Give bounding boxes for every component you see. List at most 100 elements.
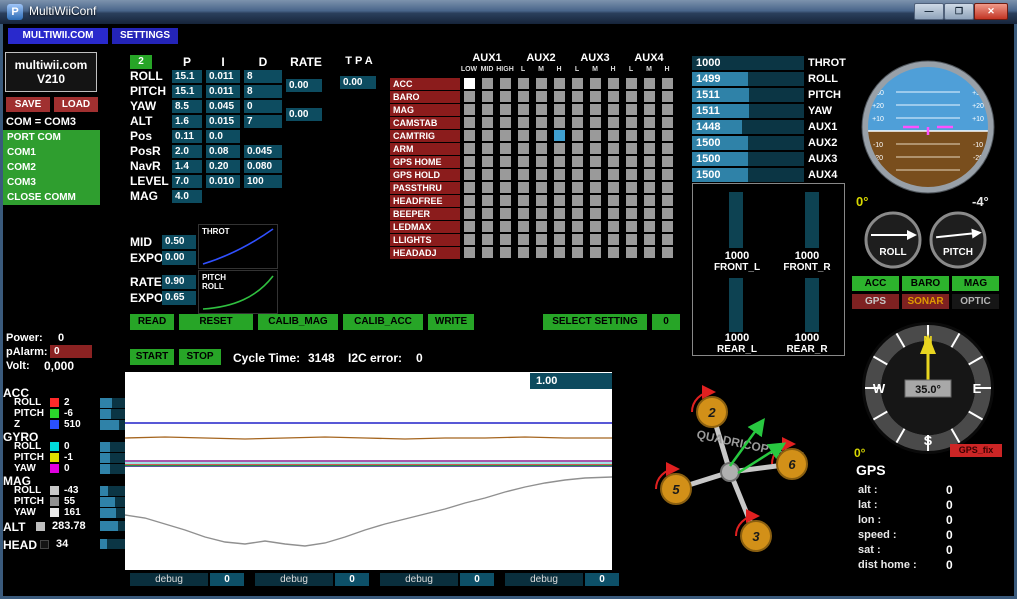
- pid-value[interactable]: 15.1: [172, 85, 202, 98]
- aux-checkbox[interactable]: [464, 156, 475, 167]
- status-gps[interactable]: GPS: [852, 294, 899, 309]
- aux-checkbox[interactable]: [500, 104, 511, 115]
- aux-checkbox[interactable]: [644, 104, 655, 115]
- aux-checkbox[interactable]: [500, 182, 511, 193]
- aux-checkbox[interactable]: [482, 91, 493, 102]
- aux-checkbox[interactable]: [536, 78, 547, 89]
- aux-checkbox[interactable]: [500, 130, 511, 141]
- pid-value[interactable]: 8: [244, 85, 282, 98]
- aux-checkbox[interactable]: [536, 247, 547, 258]
- aux-checkbox[interactable]: [626, 78, 637, 89]
- load-button[interactable]: LOAD: [54, 97, 98, 112]
- reset-button[interactable]: RESET: [179, 314, 253, 330]
- aux-checkbox[interactable]: [554, 221, 565, 232]
- aux-checkbox[interactable]: [626, 91, 637, 102]
- aux-checkbox[interactable]: [626, 143, 637, 154]
- pid-value[interactable]: 0.0: [206, 130, 240, 143]
- aux-checkbox[interactable]: [518, 117, 529, 128]
- aux-checkbox[interactable]: [554, 117, 565, 128]
- aux-checkbox[interactable]: [500, 91, 511, 102]
- aux-checkbox[interactable]: [626, 104, 637, 115]
- aux-checkbox[interactable]: [482, 247, 493, 258]
- aux-checkbox[interactable]: [572, 156, 583, 167]
- aux-checkbox[interactable]: [500, 156, 511, 167]
- aux-checkbox[interactable]: [482, 78, 493, 89]
- aux-checkbox[interactable]: [644, 130, 655, 141]
- aux-checkbox[interactable]: [644, 78, 655, 89]
- pid-value[interactable]: 0.045: [206, 100, 240, 113]
- read-button[interactable]: READ: [130, 314, 174, 330]
- status-optic[interactable]: OPTIC: [952, 294, 999, 309]
- pid-value[interactable]: 7: [244, 115, 282, 128]
- aux-checkbox[interactable]: [626, 221, 637, 232]
- aux-checkbox[interactable]: [608, 78, 619, 89]
- aux-checkbox[interactable]: [500, 221, 511, 232]
- aux-checkbox[interactable]: [608, 195, 619, 206]
- aux-checkbox[interactable]: [572, 208, 583, 219]
- close-button[interactable]: ✕: [974, 3, 1008, 20]
- aux-checkbox[interactable]: [590, 182, 601, 193]
- aux-checkbox[interactable]: [554, 182, 565, 193]
- aux-checkbox[interactable]: [608, 91, 619, 102]
- aux-checkbox[interactable]: [662, 91, 673, 102]
- aux-checkbox[interactable]: [464, 130, 475, 141]
- aux-checkbox[interactable]: [482, 221, 493, 232]
- pid-value[interactable]: 0.011: [206, 70, 240, 83]
- aux-checkbox[interactable]: [464, 78, 475, 89]
- aux-checkbox[interactable]: [626, 156, 637, 167]
- aux-checkbox[interactable]: [554, 156, 565, 167]
- aux-checkbox[interactable]: [572, 91, 583, 102]
- aux-checkbox[interactable]: [518, 221, 529, 232]
- aux-checkbox[interactable]: [590, 130, 601, 141]
- pid-value[interactable]: 0.045: [244, 145, 282, 158]
- aux-checkbox[interactable]: [572, 117, 583, 128]
- pid-value[interactable]: 0.010: [206, 175, 240, 188]
- aux-checkbox[interactable]: [464, 182, 475, 193]
- pid-value[interactable]: 0.20: [206, 160, 240, 173]
- aux-checkbox[interactable]: [572, 247, 583, 258]
- status-acc[interactable]: ACC: [852, 276, 899, 291]
- aux-checkbox[interactable]: [482, 130, 493, 141]
- aux-checkbox[interactable]: [554, 234, 565, 245]
- aux-checkbox[interactable]: [590, 234, 601, 245]
- status-mag[interactable]: MAG: [952, 276, 999, 291]
- aux-checkbox[interactable]: [572, 130, 583, 141]
- pid-value[interactable]: 1.6: [172, 115, 202, 128]
- aux-checkbox[interactable]: [464, 169, 475, 180]
- aux-checkbox[interactable]: [608, 104, 619, 115]
- rate-yaw-value[interactable]: 0.00: [286, 108, 322, 121]
- aux-checkbox[interactable]: [518, 182, 529, 193]
- palarm-value[interactable]: 0: [50, 345, 92, 358]
- aux-checkbox[interactable]: [590, 78, 601, 89]
- aux-checkbox[interactable]: [536, 130, 547, 141]
- aux-checkbox[interactable]: [644, 195, 655, 206]
- aux-checkbox[interactable]: [482, 104, 493, 115]
- tab-multiwii-com[interactable]: MULTIWII.COM: [8, 28, 108, 44]
- aux-checkbox[interactable]: [464, 91, 475, 102]
- calib-acc-button[interactable]: CALIB_ACC: [343, 314, 423, 330]
- aux-checkbox[interactable]: [572, 182, 583, 193]
- aux-checkbox[interactable]: [518, 156, 529, 167]
- aux-checkbox[interactable]: [536, 104, 547, 115]
- aux-checkbox[interactable]: [554, 247, 565, 258]
- aux-checkbox[interactable]: [572, 143, 583, 154]
- aux-checkbox[interactable]: [626, 234, 637, 245]
- aux-checkbox[interactable]: [626, 130, 637, 141]
- aux-checkbox[interactable]: [554, 208, 565, 219]
- aux-checkbox[interactable]: [464, 234, 475, 245]
- aux-checkbox[interactable]: [482, 208, 493, 219]
- aux-checkbox[interactable]: [482, 143, 493, 154]
- rate-rollpitch-value[interactable]: 0.00: [286, 79, 322, 92]
- aux-checkbox[interactable]: [500, 234, 511, 245]
- aux-checkbox[interactable]: [518, 130, 529, 141]
- aux-checkbox[interactable]: [500, 195, 511, 206]
- aux-checkbox[interactable]: [572, 104, 583, 115]
- aux-checkbox[interactable]: [536, 91, 547, 102]
- aux-checkbox[interactable]: [536, 234, 547, 245]
- pid-value[interactable]: 2.0: [172, 145, 202, 158]
- aux-checkbox[interactable]: [536, 169, 547, 180]
- aux-checkbox[interactable]: [608, 208, 619, 219]
- port-item-close[interactable]: CLOSE COMM: [3, 190, 100, 205]
- aux-checkbox[interactable]: [662, 234, 673, 245]
- aux-checkbox[interactable]: [464, 247, 475, 258]
